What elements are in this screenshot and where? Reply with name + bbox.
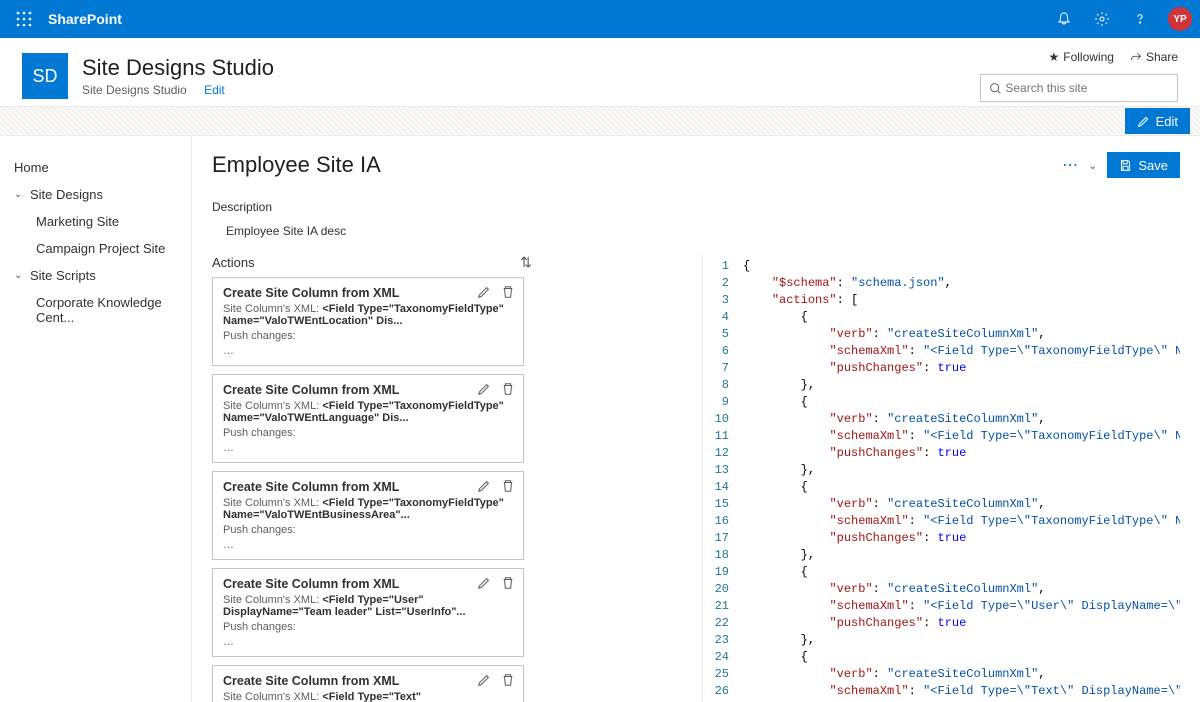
app-launcher-icon[interactable]	[8, 3, 40, 35]
action-card-title: Create Site Column from XML	[223, 480, 513, 494]
action-card-push: Push changes:	[223, 524, 513, 536]
action-card-title: Create Site Column from XML	[223, 383, 513, 397]
delete-action-icon[interactable]	[501, 576, 515, 593]
nav-home[interactable]: Home	[0, 154, 191, 181]
save-button-label: Save	[1138, 158, 1168, 173]
delete-action-icon[interactable]	[501, 673, 515, 690]
edit-button[interactable]: Edit	[1125, 108, 1190, 134]
action-card-title: Create Site Column from XML	[223, 286, 513, 300]
nav-corporate-knowledge[interactable]: Corporate Knowledge Cent...	[0, 289, 191, 331]
site-logo[interactable]: SD	[22, 53, 68, 99]
nav-site-scripts[interactable]: ⌄ Site Scripts	[0, 262, 191, 289]
left-nav: Home ⌄ Site Designs Marketing Site Campai…	[0, 136, 192, 702]
search-field[interactable]	[1005, 81, 1169, 95]
chevron-down-icon: ⌄	[14, 270, 24, 281]
global-header: SharePoint YP	[0, 0, 1200, 38]
following-label: Following	[1063, 50, 1114, 64]
edit-action-icon[interactable]	[477, 382, 491, 399]
search-icon	[989, 82, 1002, 95]
edit-button-label: Edit	[1156, 114, 1178, 129]
action-card-push: Push changes:	[223, 427, 513, 439]
actions-label: Actions	[212, 255, 255, 270]
delete-action-icon[interactable]	[501, 382, 515, 399]
resizer	[532, 254, 702, 702]
action-card-xml: Site Column's XML: <Field Type="User" Di…	[223, 594, 513, 618]
nav-site-designs[interactable]: ⌄ Site Designs	[0, 181, 191, 208]
edit-action-icon[interactable]	[477, 673, 491, 690]
code-editor[interactable]: 1234567891011121314151617181920212223242…	[702, 254, 1180, 702]
site-subtitle: Site Designs Studio Edit	[82, 83, 274, 97]
edit-action-icon[interactable]	[477, 576, 491, 593]
site-title[interactable]: Site Designs Studio	[82, 55, 274, 81]
action-card-ellipsis: …	[223, 345, 513, 357]
command-bar: Edit	[0, 106, 1200, 136]
settings-icon[interactable]	[1092, 9, 1112, 29]
nav-site-designs-label: Site Designs	[30, 187, 103, 202]
action-card-title: Create Site Column from XML	[223, 577, 513, 591]
pencil-icon	[1137, 115, 1150, 128]
description-value: Employee Site IA desc	[212, 224, 1180, 238]
share-label: Share	[1146, 50, 1178, 64]
search-input[interactable]	[980, 74, 1178, 102]
chevron-down-icon[interactable]: ⌄	[1088, 159, 1097, 172]
edit-action-icon[interactable]	[477, 285, 491, 302]
share-icon	[1130, 51, 1142, 63]
line-gutter: 1234567891011121314151617181920212223242…	[703, 254, 737, 702]
code-content[interactable]: { "$schema": "schema.json", "actions": […	[737, 254, 1180, 702]
action-card[interactable]: Create Site Column from XML Site Column's…	[212, 665, 524, 702]
notifications-icon[interactable]	[1054, 9, 1074, 29]
action-card[interactable]: Create Site Column from XML Site Column's…	[212, 471, 524, 560]
action-card-xml: Site Column's XML: <Field Type="Taxonomy…	[223, 497, 513, 521]
action-card-ellipsis: …	[223, 539, 513, 551]
action-card-title: Create Site Column from XML	[223, 674, 513, 688]
site-header: SD Site Designs Studio Site Designs Stud…	[0, 38, 1200, 106]
help-icon[interactable]	[1130, 9, 1150, 29]
sort-icon[interactable]: ⇅	[520, 254, 532, 271]
following-button[interactable]: ★ Following	[1049, 50, 1114, 64]
action-card-ellipsis: …	[223, 442, 513, 454]
save-button[interactable]: Save	[1107, 152, 1180, 178]
nav-site-scripts-label: Site Scripts	[30, 268, 96, 283]
action-card[interactable]: Create Site Column from XML Site Column's…	[212, 568, 524, 657]
star-icon: ★	[1049, 50, 1060, 64]
action-card-push: Push changes:	[223, 330, 513, 342]
avatar[interactable]: YP	[1168, 7, 1192, 31]
edit-action-icon[interactable]	[477, 479, 491, 496]
delete-action-icon[interactable]	[501, 479, 515, 496]
action-card-ellipsis: …	[223, 636, 513, 648]
action-card-xml: Site Column's XML: <Field Type="Text" Di…	[223, 691, 513, 702]
actions-list[interactable]: Create Site Column from XML Site Column's…	[212, 277, 532, 702]
action-card-push: Push changes:	[223, 621, 513, 633]
chevron-down-icon: ⌄	[14, 189, 24, 200]
save-icon	[1119, 159, 1132, 172]
share-button[interactable]: Share	[1130, 50, 1178, 64]
page-title: Employee Site IA	[212, 152, 381, 178]
description-label: Description	[212, 200, 1180, 214]
nav-campaign-project-site[interactable]: Campaign Project Site	[0, 235, 191, 262]
edit-link[interactable]: Edit	[204, 83, 225, 97]
action-card[interactable]: Create Site Column from XML Site Column's…	[212, 374, 524, 463]
nav-marketing-site[interactable]: Marketing Site	[0, 208, 191, 235]
delete-action-icon[interactable]	[501, 285, 515, 302]
brand-label[interactable]: SharePoint	[48, 11, 122, 27]
action-card[interactable]: Create Site Column from XML Site Column's…	[212, 277, 524, 366]
more-actions-button[interactable]: ⋯	[1062, 155, 1078, 175]
site-subtitle-text: Site Designs Studio	[82, 83, 187, 97]
action-card-xml: Site Column's XML: <Field Type="Taxonomy…	[223, 400, 513, 424]
action-card-xml: Site Column's XML: <Field Type="Taxonomy…	[223, 303, 513, 327]
